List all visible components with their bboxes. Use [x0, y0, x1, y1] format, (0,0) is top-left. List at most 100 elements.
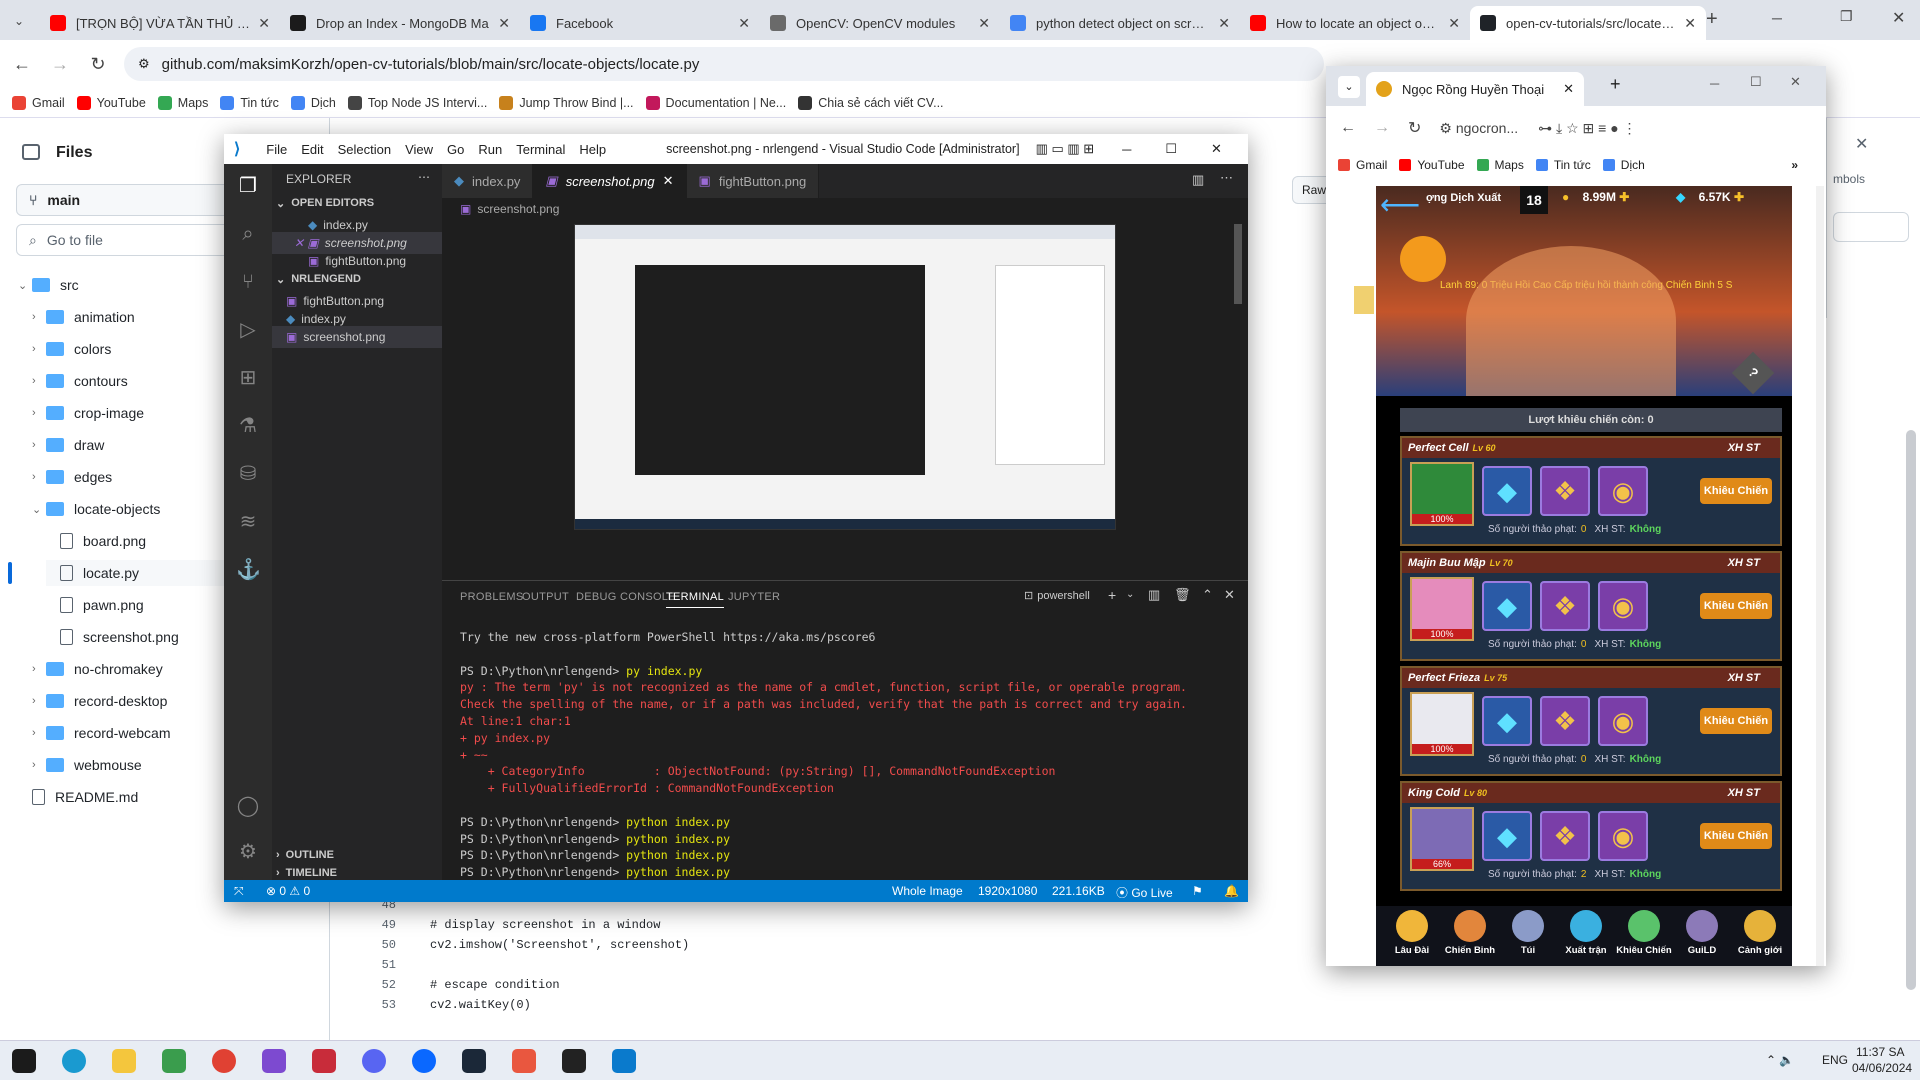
zalo-icon[interactable]: [412, 1049, 436, 1073]
bookmark-item[interactable]: Documentation | Ne...: [645, 95, 786, 110]
help-icon[interactable]: ?: [1731, 351, 1775, 395]
maximize-panel-icon[interactable]: ⌃: [1202, 587, 1213, 603]
game-nav-item[interactable]: Túi: [1500, 910, 1556, 964]
vscode-close-button[interactable]: ✕: [1211, 141, 1222, 157]
kill-terminal-icon[interactable]: 🗑: [1174, 587, 1191, 603]
menu-item[interactable]: Run: [478, 142, 502, 157]
start-icon[interactable]: [12, 1049, 36, 1073]
bookmark-item[interactable]: Jump Throw Bind |...: [499, 95, 634, 110]
tab-close-icon[interactable]: ✕: [663, 173, 674, 189]
popup-extension-icons[interactable]: ⊶ ⤓ ☆ ⊞ ≡ ● ⋮: [1538, 120, 1636, 137]
reload-icon[interactable]: ↻: [82, 48, 114, 80]
popup-bookmark[interactable]: Gmail: [1338, 158, 1387, 172]
bookmark-item[interactable]: YouTube: [76, 95, 146, 110]
split-editor-icon[interactable]: ▥: [1192, 172, 1204, 188]
tab-close-icon[interactable]: ✕: [738, 15, 750, 32]
popup-tab-close-icon[interactable]: ✕: [1563, 81, 1574, 97]
close-symbols-icon[interactable]: ✕: [1855, 134, 1868, 154]
clock-time[interactable]: 11:37 SA: [1856, 1045, 1904, 1059]
system-tray-icons[interactable]: ⌃ 🔈: [1766, 1053, 1794, 1067]
bookmark-item[interactable]: Top Node JS Intervi...: [347, 95, 487, 110]
fight-button[interactable]: Khiêu Chiến: [1700, 708, 1772, 734]
browser-tab[interactable]: open-cv-tutorials/src/locate-ob ✕: [1470, 6, 1706, 40]
feedback-icon[interactable]: ⚑: [1192, 884, 1203, 898]
menu-item[interactable]: File: [266, 142, 287, 157]
open-editors-header[interactable]: ⌄ OPEN EDITORS: [272, 192, 442, 214]
popup-bookmark[interactable]: Dịch: [1602, 158, 1645, 172]
bookmark-item[interactable]: Dịch: [290, 95, 336, 110]
fight-button[interactable]: Khiêu Chiến: [1700, 478, 1772, 504]
vscode-maximize-button[interactable]: ☐: [1165, 141, 1177, 157]
menu-item[interactable]: Terminal: [516, 142, 565, 157]
page-scrollbar[interactable]: [1906, 430, 1916, 990]
panel-tab[interactable]: JUPYTER: [728, 591, 780, 603]
fight-button[interactable]: Khiêu Chiến: [1700, 593, 1772, 619]
panel-tab[interactable]: TERMINAL: [666, 591, 725, 608]
close-window-button[interactable]: ✕: [1892, 8, 1905, 28]
game-nav-item[interactable]: Khiêu Chiến: [1616, 910, 1672, 964]
vscode-minimize-button[interactable]: ─: [1122, 142, 1131, 157]
source-control-icon[interactable]: ⑂: [236, 270, 260, 294]
language-indicator[interactable]: ENG: [1822, 1053, 1848, 1067]
panel-tab[interactable]: DEBUG CONSOLE: [576, 591, 676, 603]
game-canvas[interactable]: ⟵ ợng Dịch Xuất 18 ● 8.99M ✚ ◆ 6.57K ✚ L…: [1354, 186, 1792, 966]
steam-icon[interactable]: [462, 1049, 486, 1073]
notifications-icon[interactable]: 🔔: [1224, 884, 1239, 898]
remote-icon[interactable]: ⤧: [234, 884, 244, 899]
browser-tab[interactable]: How to locate an object on a s ✕: [1240, 6, 1470, 40]
chrome-icon[interactable]: [212, 1049, 236, 1073]
add-gold-icon[interactable]: ✚: [1619, 190, 1629, 204]
bookmark-item[interactable]: Chia sẻ cách viết CV...: [798, 95, 944, 110]
popup-tab-list-button[interactable]: ⌄: [1338, 76, 1360, 98]
breadcrumb[interactable]: ▣ screenshot.png: [460, 202, 559, 216]
explorer-more-icon[interactable]: ⋯: [418, 170, 430, 184]
new-terminal-icon[interactable]: +: [1108, 587, 1116, 603]
game-nav-item[interactable]: Xuất trận: [1558, 910, 1614, 964]
layers-icon[interactable]: ≋: [236, 510, 260, 534]
popup-tab[interactable]: Ngọc Rồng Huyền Thoại ✕: [1366, 72, 1584, 106]
discord-icon[interactable]: [362, 1049, 386, 1073]
close-panel-icon[interactable]: ✕: [1224, 587, 1235, 603]
terminal-shell-selector[interactable]: ⊡ powershell: [1024, 589, 1090, 603]
app-icon[interactable]: [312, 1049, 336, 1073]
tab-search-button[interactable]: ⌄: [8, 10, 30, 32]
bookmark-item[interactable]: Maps: [157, 95, 208, 110]
tab-close-icon[interactable]: ✕: [1218, 15, 1230, 32]
tab-close-icon[interactable]: ✕: [1684, 15, 1696, 32]
popup-bookmark[interactable]: Maps: [1476, 158, 1524, 172]
browser-tab[interactable]: Facebook ✕: [520, 6, 760, 40]
bookmark-item[interactable]: Tin tức: [220, 95, 279, 110]
sidebar-toggle-icon[interactable]: [22, 144, 40, 160]
bookmark-item[interactable]: Gmail: [12, 95, 65, 110]
file-explorer-icon[interactable]: [112, 1049, 136, 1073]
tab-close-icon[interactable]: ✕: [978, 15, 990, 32]
menu-item[interactable]: Edit: [301, 142, 323, 157]
notepad-icon[interactable]: [162, 1049, 186, 1073]
popup-new-tab-button[interactable]: +: [1610, 74, 1621, 95]
editor-scrollbar[interactable]: [1234, 224, 1242, 304]
go-live-button[interactable]: ⦿ Go Live: [1116, 884, 1173, 901]
run-debug-icon[interactable]: ▷: [236, 318, 260, 342]
more-bookmarks-icon[interactable]: »: [1791, 158, 1798, 172]
folder-file[interactable]: ▣ screenshot.png: [272, 326, 442, 348]
editor-tab[interactable]: ▣ screenshot.png ✕: [533, 164, 687, 198]
left-menu-icon[interactable]: [1354, 286, 1374, 314]
popup-minimize-button[interactable]: ─: [1710, 76, 1719, 91]
menu-item[interactable]: Selection: [338, 142, 391, 157]
popup-maximize-button[interactable]: ☐: [1750, 74, 1762, 90]
new-tab-button[interactable]: +: [1706, 8, 1718, 31]
search-icon[interactable]: ⌕: [236, 222, 260, 246]
popup-address[interactable]: ⚙ ngocron...: [1439, 120, 1518, 137]
editor-tab[interactable]: ▣ fightButton.png: [686, 164, 820, 198]
game-nav-item[interactable]: GuiLD: [1674, 910, 1730, 964]
game-nav-item[interactable]: Lâu Đài: [1384, 910, 1440, 964]
panel-tab[interactable]: PROBLEMS: [460, 591, 524, 603]
popup-back-icon[interactable]: ←: [1340, 119, 1356, 137]
popup-reload-icon[interactable]: ↻: [1408, 118, 1421, 138]
testing-icon[interactable]: ⚗: [236, 414, 260, 438]
problems-status[interactable]: ⊗ 0 ⚠ 0: [266, 884, 310, 898]
split-terminal-icon[interactable]: ▥: [1148, 587, 1160, 603]
tab-close-icon[interactable]: ✕: [258, 15, 270, 32]
browser-tab[interactable]: python detect object on screen ✕: [1000, 6, 1240, 40]
visual-studio-icon[interactable]: [262, 1049, 286, 1073]
